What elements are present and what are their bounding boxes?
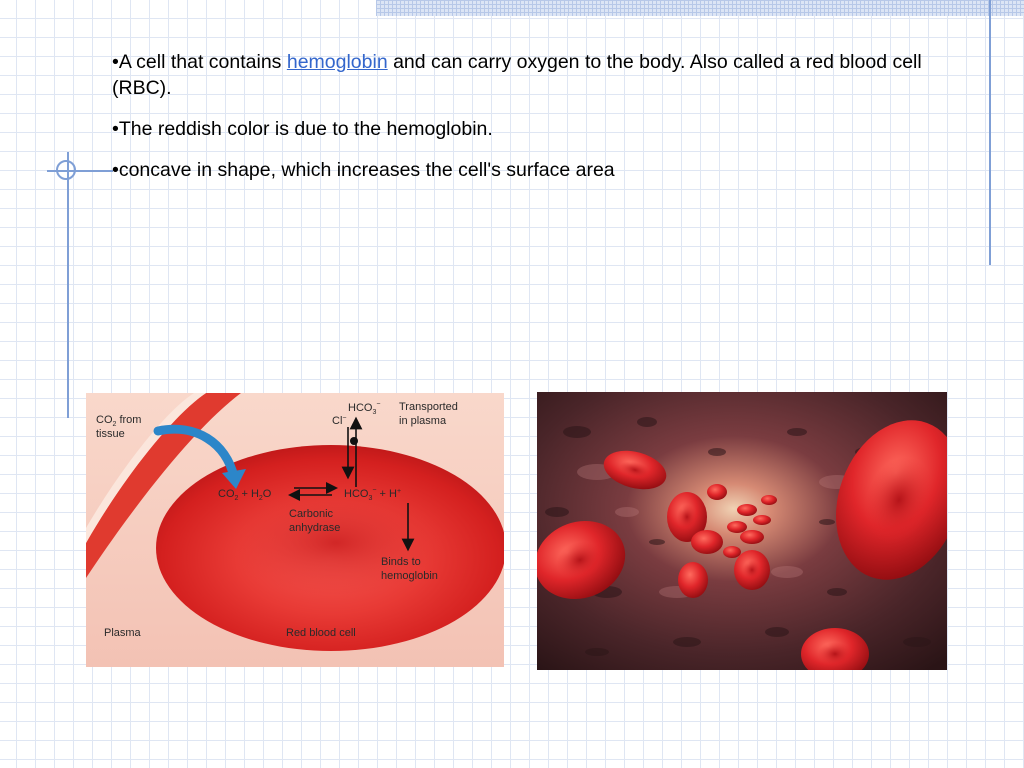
label-anhydrase: anhydrase: [289, 522, 340, 534]
label-hemoglobin: hemoglobin: [381, 570, 438, 582]
bullet-1: •A cell that contains hemoglobin and can…: [112, 49, 932, 101]
label-plasma: Plasma: [104, 627, 142, 639]
bullet-3: •concave in shape, which increases the c…: [112, 159, 615, 181]
bullet-2: •The reddish color is due to the hemoglo…: [112, 118, 493, 140]
label-tissue: tissue: [96, 428, 125, 440]
co2-transport-diagram-svg: CO2 from tissue HCO3− Cl− Transported in…: [86, 393, 504, 667]
decorative-rule-right: [989, 0, 991, 265]
blood-vessel-illustration: [537, 392, 947, 670]
decorative-crosshair-circle: [56, 160, 76, 180]
label-red-blood-cell: Red blood cell: [286, 627, 356, 639]
label-reaction-left: CO2 + H2O: [218, 488, 272, 502]
bullet-list: •A cell that contains hemoglobin and can…: [112, 49, 932, 198]
label-in-plasma: in plasma: [399, 415, 447, 427]
label-transported: Transported: [399, 401, 458, 413]
label-carbonic: Carbonic: [289, 508, 334, 520]
hemoglobin-link[interactable]: hemoglobin: [287, 51, 388, 73]
bullet-1-prefix: •A cell that contains: [112, 51, 287, 73]
blood-vessel-illustration-svg: [537, 392, 947, 670]
header-pattern-band: [376, 0, 1024, 16]
decorative-rule-left: [67, 152, 69, 418]
co2-transport-diagram: CO2 from tissue HCO3− Cl− Transported in…: [86, 393, 504, 667]
label-hco3-top: HCO3−: [348, 401, 380, 416]
label-binds-to: Binds to: [381, 556, 421, 568]
label-co2-from-tissue: CO2 from: [96, 414, 141, 428]
